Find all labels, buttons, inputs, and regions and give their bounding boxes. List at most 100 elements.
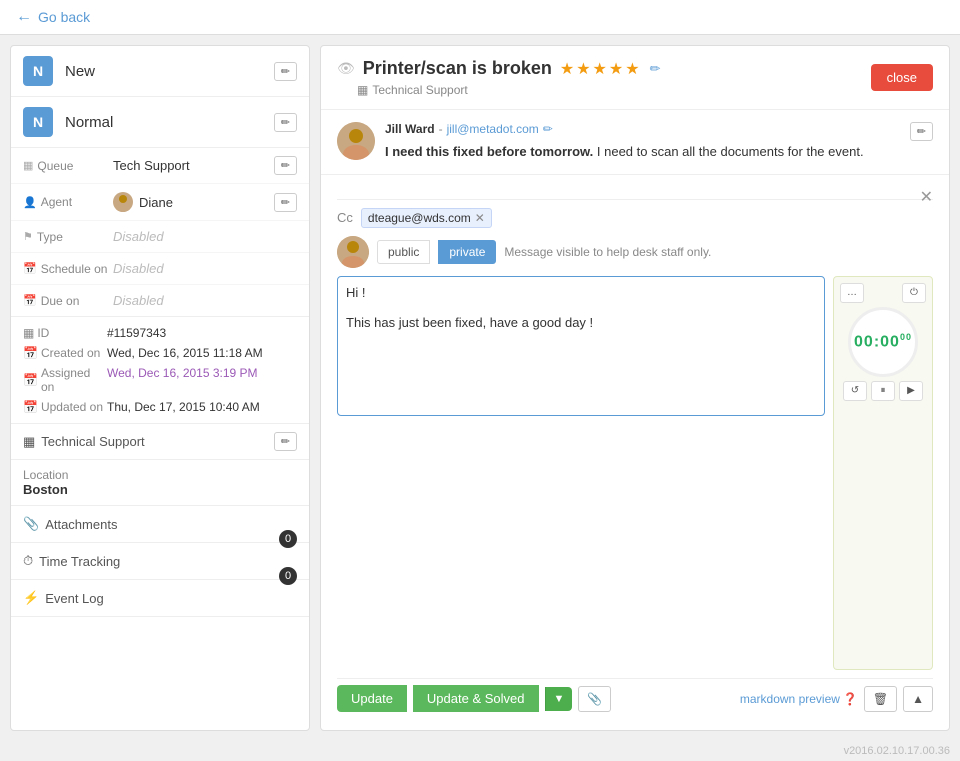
updated-label: Updated on bbox=[41, 400, 103, 414]
edit-priority-button[interactable]: ✏ bbox=[274, 113, 297, 132]
edit-title-icon[interactable]: ✏ bbox=[650, 61, 661, 77]
edit-status-button[interactable]: ✏ bbox=[274, 62, 297, 81]
top-navigation: ← Go back bbox=[0, 0, 960, 35]
cc-tag: dteague@wds.com ✕ bbox=[361, 208, 492, 228]
queue-value: Tech Support bbox=[113, 158, 274, 173]
event-log-header[interactable]: ⚡ Event Log bbox=[23, 590, 297, 606]
due-row: 📅 Due on Disabled bbox=[11, 285, 309, 316]
schedule-label: Schedule on bbox=[41, 262, 108, 276]
timer-options-button[interactable]: … bbox=[840, 283, 864, 303]
ticket-subtitle: ▦ Technical Support bbox=[337, 83, 660, 97]
kb-icon: ▦ bbox=[23, 434, 35, 450]
ticket-category-icon: ▦ bbox=[357, 83, 368, 97]
delete-button[interactable]: 🗑 bbox=[864, 686, 897, 712]
schedule-icon: 📅 bbox=[23, 262, 37, 275]
event-log-section: ⚡ Event Log bbox=[11, 580, 309, 617]
ticket-category: Technical Support bbox=[372, 83, 467, 97]
cc-remove-button[interactable]: ✕ bbox=[475, 211, 485, 225]
time-tracking-label: Time Tracking bbox=[39, 554, 120, 569]
reply-textarea[interactable]: Hi ! This has just been fixed, have a go… bbox=[337, 276, 825, 416]
created-label: Created on bbox=[41, 346, 100, 360]
id-row: ▦ ID #11597343 bbox=[23, 323, 297, 343]
priority-badge: N bbox=[23, 107, 53, 137]
ticket-header: 👁 Printer/scan is broken ★★★★★ ✏ ▦ Techn… bbox=[321, 46, 949, 110]
ticket-stars: ★★★★★ bbox=[560, 59, 642, 79]
timer-circle: 00:0000 bbox=[848, 307, 918, 377]
message-email[interactable]: jill@metadot.com bbox=[447, 122, 539, 136]
attachments-icon: 📎 bbox=[23, 516, 39, 532]
markdown-preview-link[interactable]: markdown preview ❓ bbox=[740, 692, 858, 706]
timer-reset-button[interactable]: ↺ bbox=[843, 381, 867, 401]
kb-label-text: Technical Support bbox=[41, 434, 144, 449]
reply-toolbar: ✕ bbox=[337, 187, 933, 200]
updated-icon: 📅 bbox=[23, 400, 38, 414]
replier-avatar bbox=[337, 236, 369, 268]
schedule-value: Disabled bbox=[113, 261, 297, 276]
agent-name: Diane bbox=[139, 195, 173, 210]
markdown-help-icon: ❓ bbox=[843, 692, 858, 706]
timer-power-button[interactable]: ⏻ bbox=[902, 283, 926, 303]
due-value: Disabled bbox=[113, 293, 297, 308]
visibility-row: public private Message visible to help d… bbox=[337, 236, 933, 268]
back-arrow-icon: ← bbox=[16, 8, 32, 26]
reply-actions: Update Update & Solved ▼ 📎 markdown prev… bbox=[337, 678, 933, 718]
update-button[interactable]: Update bbox=[337, 685, 407, 712]
reply-body-row: Hi ! This has just been fixed, have a go… bbox=[337, 276, 933, 671]
timer-pause-button[interactable]: ⏸ bbox=[871, 381, 895, 401]
assigned-value: Wed, Dec 16, 2015 3:19 PM bbox=[107, 366, 258, 380]
close-reply-button[interactable]: ✕ bbox=[920, 187, 933, 207]
public-tab-button[interactable]: public bbox=[377, 240, 430, 264]
status-badge-new: N bbox=[23, 56, 53, 86]
kb-section: ▦ Technical Support ✏ bbox=[11, 424, 309, 460]
message-body-rest: I need to scan all the documents for the… bbox=[593, 144, 863, 159]
location-section: Location Boston bbox=[11, 460, 309, 506]
ticket-title: Printer/scan is broken bbox=[363, 58, 552, 79]
assigned-label: Assigned on bbox=[41, 366, 103, 394]
timer-controls: ↺ ⏸ ▶ bbox=[843, 381, 923, 401]
back-label: Go back bbox=[38, 9, 90, 25]
time-tracking-icon: ⏱ bbox=[23, 553, 33, 569]
collapse-button[interactable]: ▲ bbox=[903, 686, 933, 712]
edit-queue-button[interactable]: ✏ bbox=[274, 156, 297, 175]
priority-row: N Normal ✏ bbox=[11, 97, 309, 148]
version-footer: v2016.02.10.17.00.36 bbox=[0, 741, 960, 761]
cc-row: Cc dteague@wds.com ✕ bbox=[337, 208, 933, 228]
timer-play-button[interactable]: ▶ bbox=[899, 381, 923, 401]
created-value: Wed, Dec 16, 2015 11:18 AM bbox=[107, 346, 263, 360]
id-icon: ▦ bbox=[23, 326, 34, 340]
left-panel: N New ✏ N Normal ✏ ▦ Queue Tech Support … bbox=[10, 45, 310, 731]
close-ticket-button[interactable]: close bbox=[871, 64, 933, 91]
attachments-label: Attachments bbox=[45, 517, 117, 532]
back-link[interactable]: ← Go back bbox=[16, 8, 90, 26]
assigned-icon: 📅 bbox=[23, 373, 38, 387]
type-row: ⚑ Type Disabled bbox=[11, 221, 309, 253]
edit-email-icon[interactable]: ✏ bbox=[543, 122, 553, 136]
event-log-label: Event Log bbox=[45, 591, 104, 606]
reply-area: ✕ Cc dteague@wds.com ✕ bbox=[321, 175, 949, 731]
version-text: v2016.02.10.17.00.36 bbox=[844, 745, 950, 757]
update-solved-button[interactable]: Update & Solved bbox=[413, 685, 539, 712]
edit-message-button[interactable]: ✏ bbox=[910, 122, 933, 141]
edit-agent-button[interactable]: ✏ bbox=[274, 193, 297, 212]
schedule-row: 📅 Schedule on Disabled bbox=[11, 253, 309, 285]
attachments-section: 📎 Attachments 0 bbox=[11, 506, 309, 543]
reply-textarea-wrap: Hi ! This has just been fixed, have a go… bbox=[337, 276, 825, 671]
edit-kb-button[interactable]: ✏ bbox=[274, 432, 297, 451]
created-icon: 📅 bbox=[23, 346, 38, 360]
update-dropdown-button[interactable]: ▼ bbox=[545, 687, 573, 711]
queue-label: Queue bbox=[37, 159, 73, 173]
agent-icon: 👤 bbox=[23, 196, 37, 209]
message-from: Jill Ward - jill@metadot.com ✏ bbox=[385, 122, 900, 136]
time-tracking-header[interactable]: ⏱ Time Tracking bbox=[23, 553, 297, 569]
eye-icon: 👁 bbox=[337, 60, 355, 77]
attach-button[interactable]: 📎 bbox=[578, 686, 611, 712]
agent-avatar bbox=[113, 192, 133, 212]
priority-label: Normal bbox=[65, 114, 274, 131]
private-tab-button[interactable]: private bbox=[438, 240, 496, 264]
right-panel: 👁 Printer/scan is broken ★★★★★ ✏ ▦ Techn… bbox=[320, 45, 950, 731]
markdown-label: markdown preview bbox=[740, 692, 840, 706]
timer-display: 00:0000 bbox=[854, 332, 912, 351]
attachments-header[interactable]: 📎 Attachments bbox=[23, 516, 297, 532]
event-log-icon: ⚡ bbox=[23, 590, 39, 606]
message-body: I need this fixed before tomorrow. I nee… bbox=[385, 142, 900, 162]
